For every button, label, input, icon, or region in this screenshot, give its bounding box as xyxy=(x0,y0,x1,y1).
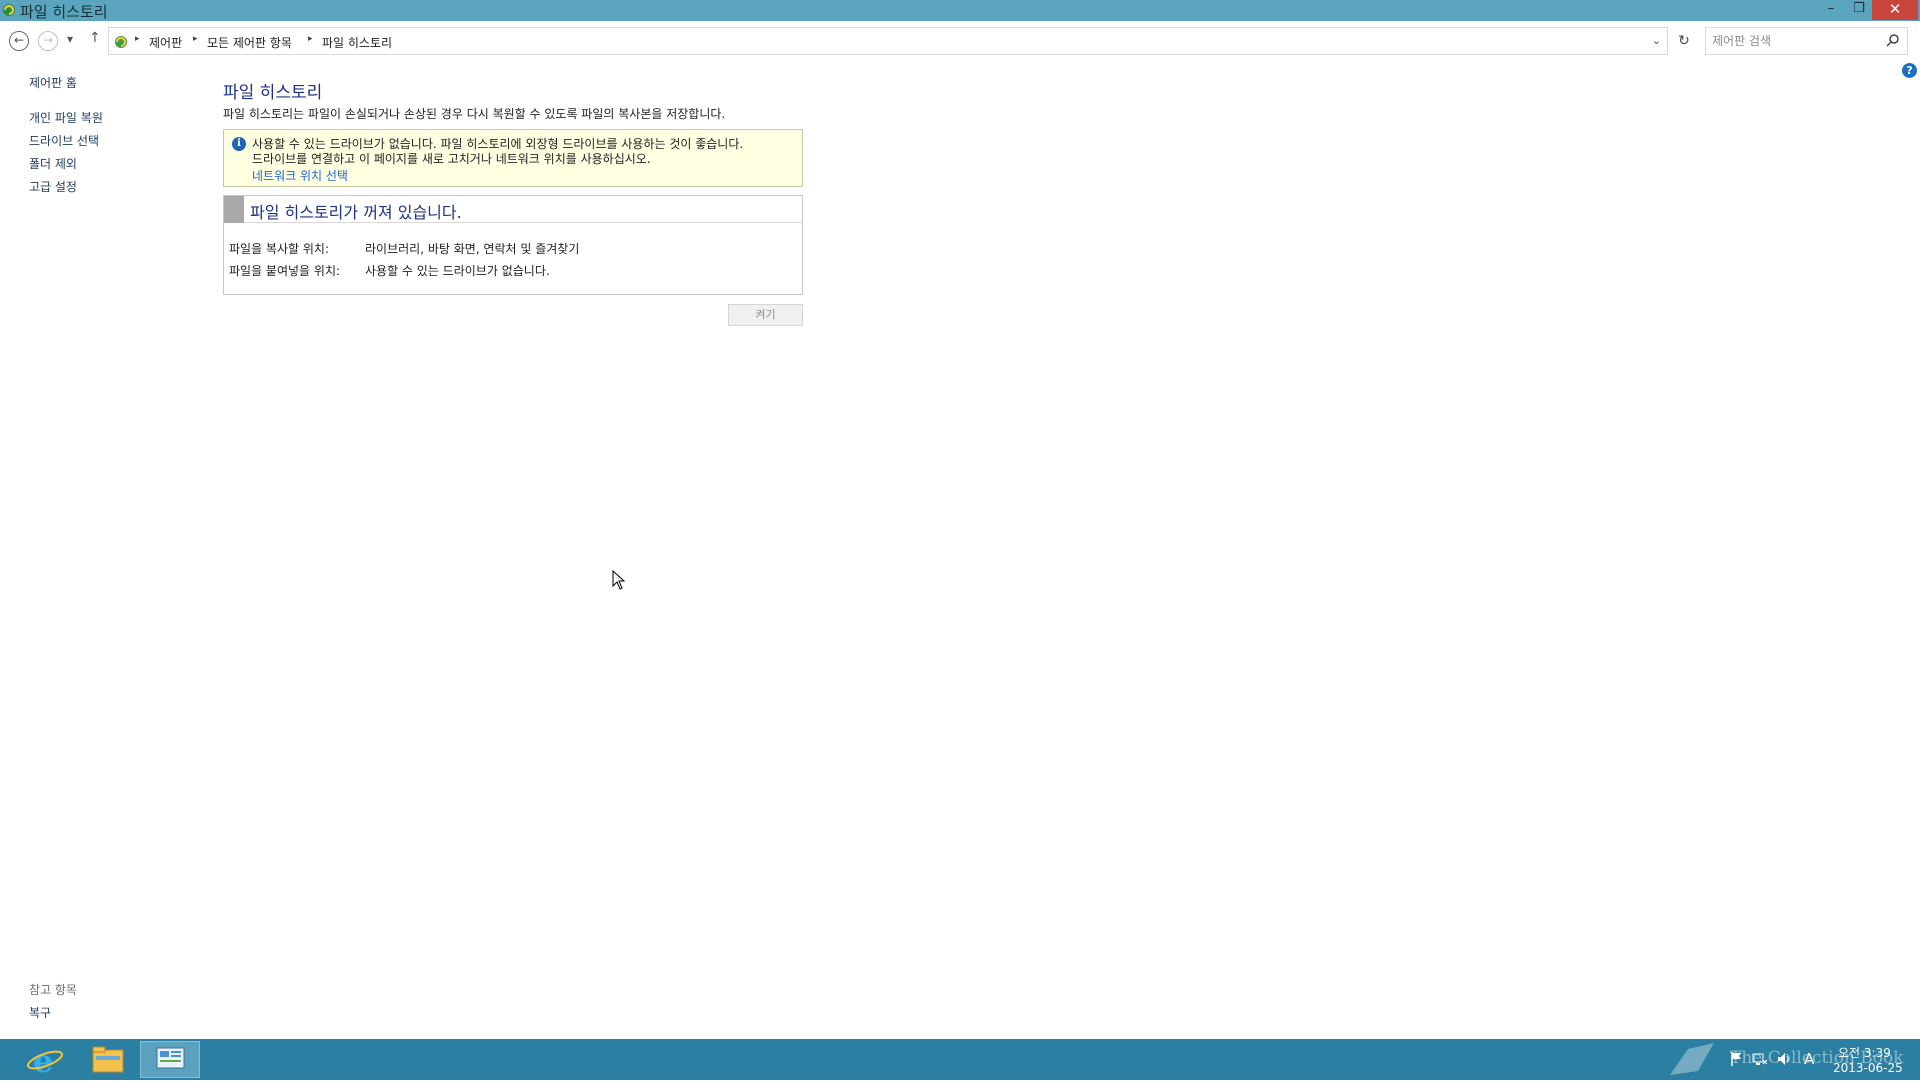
forward-button[interactable]: → xyxy=(38,31,58,51)
window-title: 파일 히스토리 xyxy=(20,3,108,21)
breadcrumb-all-items[interactable]: 모든 제어판 항목 xyxy=(207,34,292,51)
search-box[interactable] xyxy=(1705,27,1908,55)
see-also-recovery-link[interactable]: 복구 xyxy=(29,1004,51,1021)
breadcrumb-separator: ▸ xyxy=(135,34,140,44)
sidebar-item-restore-files[interactable]: 개인 파일 복원 xyxy=(29,109,103,126)
search-icon[interactable] xyxy=(1885,33,1901,49)
title-bar: 파일 히스토리 – ❐ ✕ xyxy=(0,0,1920,21)
status-title: 파일 히스토리가 꺼져 있습니다. xyxy=(250,203,462,222)
navigation-bar: ← → ▾ ↑ ▸ 제어판 ▸ 모든 제어판 항목 ▸ 파일 히스토리 ⌄ ↻ xyxy=(0,21,1920,59)
maximize-button[interactable]: ❐ xyxy=(1846,0,1872,20)
network-icon[interactable] xyxy=(1752,1051,1768,1067)
info-message-line2: 드라이브를 연결하고 이 페이지를 새로 고치거나 네트워크 위치를 사용하십시… xyxy=(252,152,651,166)
svg-text:e: e xyxy=(33,1042,53,1078)
action-center-flag-icon[interactable] xyxy=(1730,1051,1744,1067)
taskbar-control-panel[interactable] xyxy=(140,1041,200,1078)
copy-from-value: 라이브러리, 바탕 화면, 연락처 및 즐겨찾기 xyxy=(365,242,580,256)
volume-icon[interactable] xyxy=(1776,1051,1792,1067)
breadcrumb-separator: ▸ xyxy=(193,34,198,44)
page-description: 파일 히스토리는 파일이 손실되거나 손상된 경우 다시 복원할 수 있도록 파… xyxy=(223,107,726,121)
left-pane: 제어판 홈 개인 파일 복원 드라이브 선택 폴더 제외 고급 설정 참고 항목… xyxy=(0,59,200,1039)
taskbar-file-explorer[interactable] xyxy=(77,1041,137,1078)
breadcrumb-separator: ▸ xyxy=(308,34,313,44)
sidebar-item-advanced-settings[interactable]: 고급 설정 xyxy=(29,178,77,195)
refresh-button[interactable]: ↻ xyxy=(1671,28,1697,54)
address-dropdown-button[interactable]: ⌄ xyxy=(1652,34,1661,47)
help-icon[interactable]: ? xyxy=(1902,63,1917,78)
page-title: 파일 히스토리 xyxy=(223,83,323,103)
control-panel-home-link[interactable]: 제어판 홈 xyxy=(29,74,77,91)
taskbar-internet-explorer[interactable]: e xyxy=(15,1041,75,1080)
clock-time[interactable]: 오전 3:39 xyxy=(1838,1044,1891,1061)
up-button[interactable]: ↑ xyxy=(89,30,101,46)
mouse-cursor-icon xyxy=(612,570,626,590)
info-banner: i 사용할 수 있는 드라이브가 없습니다. 파일 히스토리에 외장형 드라이브… xyxy=(223,129,803,187)
sidebar-item-select-drive[interactable]: 드라이브 선택 xyxy=(29,132,99,149)
status-indicator xyxy=(224,196,244,223)
sidebar-item-exclude-folders[interactable]: 폴더 제외 xyxy=(29,155,77,172)
address-bar[interactable]: ▸ 제어판 ▸ 모든 제어판 항목 ▸ 파일 히스토리 ⌄ xyxy=(108,27,1668,55)
control-panel-icon xyxy=(156,1047,185,1069)
select-network-location-link[interactable]: 네트워크 위치 선택 xyxy=(252,167,348,184)
close-button[interactable]: ✕ xyxy=(1872,0,1918,20)
status-header: 파일 히스토리가 꺼져 있습니다. xyxy=(224,196,802,223)
copy-to-value: 사용할 수 있는 드라이브가 없습니다. xyxy=(365,264,550,278)
minimize-button[interactable]: – xyxy=(1818,0,1844,20)
control-panel-location-icon xyxy=(115,36,127,48)
file-history-app-icon xyxy=(3,4,15,16)
recent-locations-button[interactable]: ▾ xyxy=(67,32,73,46)
clock-date[interactable]: 2013-06-25 xyxy=(1833,1061,1903,1075)
info-icon: i xyxy=(232,137,246,151)
breadcrumb-control-panel[interactable]: 제어판 xyxy=(149,34,182,51)
file-explorer-icon xyxy=(92,1046,124,1073)
taskbar: e The Collection Book A 오전 3:39 2013-06-… xyxy=(0,1039,1920,1080)
turn-on-button[interactable]: 켜기 xyxy=(728,304,803,326)
copy-to-label: 파일을 붙여넣을 위치: xyxy=(229,264,341,278)
copy-from-label: 파일을 복사할 위치: xyxy=(229,242,329,256)
input-language-indicator[interactable]: A xyxy=(1804,1050,1814,1068)
internet-explorer-icon: e xyxy=(26,1042,64,1080)
search-input[interactable] xyxy=(1712,32,1880,50)
back-button[interactable]: ← xyxy=(9,31,29,51)
status-panel: 파일 히스토리가 꺼져 있습니다. 파일을 복사할 위치: 라이브러리, 바탕 … xyxy=(223,195,803,295)
see-also-header: 참고 항목 xyxy=(29,983,77,997)
breadcrumb-file-history[interactable]: 파일 히스토리 xyxy=(322,34,392,51)
